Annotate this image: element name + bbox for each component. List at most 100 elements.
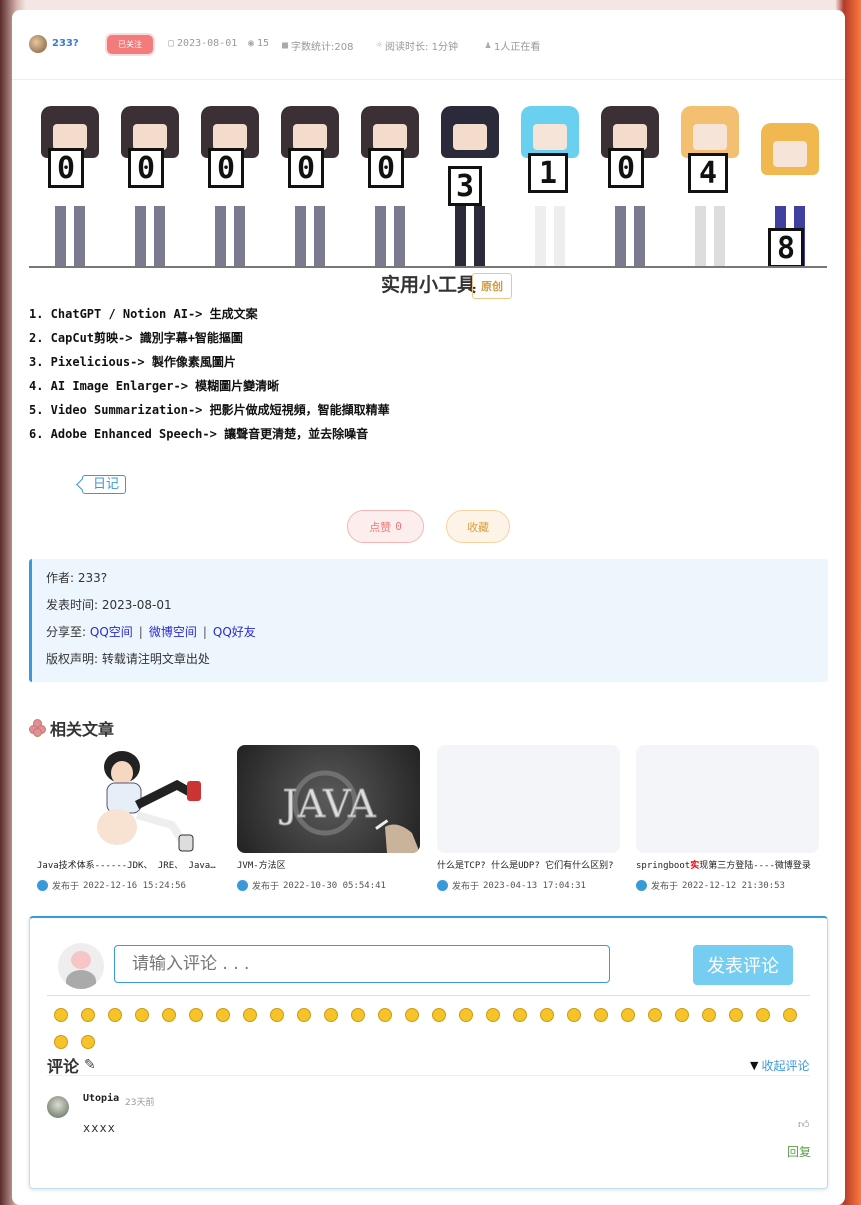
commenter-avatar[interactable] [47, 1096, 69, 1118]
list-item: 5. Video Summarization-> 把影片做成短視頻，智能擷取精華 [29, 403, 390, 417]
pixel-girl-head [441, 106, 499, 158]
emoji-face-icon [377, 1007, 392, 1022]
share-qq-friend-link[interactable]: QQ好友 [213, 625, 256, 639]
emoji-option-icon[interactable] [371, 1001, 398, 1028]
share-weibo-link[interactable]: 微博空间 [149, 625, 197, 639]
emoji-picker [47, 1001, 807, 1055]
counter-digit: 0 [128, 148, 164, 188]
date-prefix: 发布于 [252, 882, 280, 892]
related-title[interactable]: springboot实现第三方登陆----微博登录 [636, 858, 819, 871]
emoji-option-icon[interactable] [776, 1001, 803, 1028]
emoji-option-icon[interactable] [398, 1001, 425, 1028]
pixel-girl-legs [375, 206, 405, 266]
emoji-option-icon[interactable] [560, 1001, 587, 1028]
date-value: 2022-10-30 05:54:41 [283, 880, 386, 891]
emoji-option-icon[interactable] [182, 1001, 209, 1028]
list-item: 4. AI Image Enlarger-> 模糊圖片變清晰 [29, 379, 280, 393]
like-button[interactable]: 点赞 0 [347, 510, 424, 543]
related-card[interactable]: Java技术体系------JDK、 JRE、 JavaSE 发布于 2022-… [37, 745, 220, 892]
emoji-option-icon[interactable] [263, 1001, 290, 1028]
related-title[interactable]: JVM-方法区 [237, 858, 420, 871]
related-date: 发布于 2022-12-12 21:30:53 [636, 879, 819, 892]
list-item: 1. ChatGPT / Notion AI-> 生成文案 [29, 307, 258, 321]
emoji-option-icon[interactable] [101, 1001, 128, 1028]
emoji-face-icon [728, 1007, 743, 1022]
emoji-option-icon[interactable] [533, 1001, 560, 1028]
like-label: 点赞 [369, 520, 392, 534]
emoji-option-icon[interactable] [641, 1001, 668, 1028]
emoji-option-icon[interactable] [695, 1001, 722, 1028]
emoji-face-icon [242, 1007, 257, 1022]
emoji-option-icon[interactable] [290, 1001, 317, 1028]
emoji-option-icon[interactable] [722, 1001, 749, 1028]
related-heading-text: 相关文章 [50, 720, 115, 739]
related-thumbnail[interactable] [636, 745, 819, 853]
related-title[interactable]: 什么是TCP? 什么是UDP? 它们有什么区别? [437, 858, 620, 871]
related-thumbnail[interactable]: JAVA [237, 745, 420, 853]
reply-link[interactable]: 回复 [787, 1143, 811, 1160]
date-prefix: 发布于 [651, 882, 679, 892]
pixel-girl-legs [455, 206, 485, 266]
emoji-face-icon [188, 1007, 203, 1022]
emoji-face-icon [323, 1007, 338, 1022]
pixel-girl-head [681, 106, 739, 158]
related-card[interactable]: JAVA JVM-方法区 发布于 2022-10-30 05:54:41 [237, 745, 420, 892]
emoji-face-icon [647, 1007, 662, 1022]
visitor-counter-image: 0000031048 [29, 98, 827, 268]
emoji-option-icon[interactable] [506, 1001, 533, 1028]
pixel-girl-legs [55, 206, 85, 266]
related-thumbnail[interactable] [37, 745, 220, 853]
date-meta: ▢ 2023-08-01 [168, 38, 237, 49]
emoji-option-icon[interactable] [128, 1001, 155, 1028]
emoji-option-icon[interactable] [614, 1001, 641, 1028]
emoji-option-icon[interactable] [479, 1001, 506, 1028]
thumbs-up-icon[interactable]: 👍︎ [798, 1118, 810, 1131]
related-card[interactable]: 什么是TCP? 什么是UDP? 它们有什么区别? 发布于 2023-04-13 … [437, 745, 620, 892]
emoji-option-icon[interactable] [587, 1001, 614, 1028]
commenter-name[interactable]: Utopia [83, 1093, 119, 1104]
share-qq-zone-link[interactable]: QQ空间 [90, 625, 133, 639]
title-highlight: 实 [690, 861, 700, 871]
emoji-option-icon[interactable] [749, 1001, 776, 1028]
emoji-option-icon[interactable] [47, 1001, 74, 1028]
separator: | [138, 625, 143, 639]
comment-input[interactable] [114, 945, 610, 983]
emoji-option-icon[interactable] [668, 1001, 695, 1028]
views-text: 15 [257, 38, 270, 49]
emoji-option-icon[interactable] [74, 1001, 101, 1028]
emoji-face-icon [539, 1007, 554, 1022]
java-thumb-text: JAVA [278, 782, 376, 826]
counter-digit: 4 [688, 153, 728, 193]
follow-button[interactable]: 已关注 [105, 33, 155, 56]
emoji-option-icon[interactable] [74, 1028, 101, 1055]
title-part: springboot [636, 861, 691, 871]
counter-digit: 0 [288, 148, 324, 188]
tag-diary[interactable]: 日记 [82, 475, 127, 494]
meta-bar: 233? 已关注 ▢ 2023-08-01 ◉ 15 ■ 字数统计:208 ☼ … [12, 10, 845, 80]
java-chalkboard-image: JAVA [278, 770, 420, 853]
emoji-option-icon[interactable] [317, 1001, 344, 1028]
favorite-button[interactable]: 收藏 [446, 510, 510, 543]
related-title[interactable]: Java技术体系------JDK、 JRE、 JavaSE [37, 858, 220, 871]
readtime-meta: ☼ 阅读时长: 1分钟 [376, 38, 458, 53]
date-value: 2022-12-12 21:30:53 [682, 880, 785, 891]
author-avatar[interactable] [29, 35, 47, 53]
emoji-option-icon[interactable] [425, 1001, 452, 1028]
info-copyright: 版权声明: 转载请注明文章出处 [46, 652, 210, 666]
related-date: 发布于 2023-04-13 17:04:31 [437, 879, 620, 892]
collapse-comments-link[interactable]: ▼ 收起评论 [750, 1057, 809, 1074]
emoji-option-icon[interactable] [236, 1001, 263, 1028]
related-card[interactable]: springboot实现第三方登陆----微博登录 发布于 2022-12-12… [636, 745, 819, 892]
related-thumbnail[interactable] [437, 745, 620, 853]
emoji-option-icon[interactable] [155, 1001, 182, 1028]
submit-comment-button[interactable]: 发表评论 [693, 945, 793, 985]
author-name[interactable]: 233? [52, 38, 79, 49]
comment-text: xxxx [83, 1121, 116, 1135]
related-date: 发布于 2022-10-30 05:54:41 [237, 879, 420, 892]
emoji-option-icon[interactable] [452, 1001, 479, 1028]
emoji-option-icon[interactable] [47, 1028, 74, 1055]
emoji-face-icon [80, 1007, 95, 1022]
emoji-option-icon[interactable] [209, 1001, 236, 1028]
emoji-option-icon[interactable] [344, 1001, 371, 1028]
list-item: 3. Pixelicious-> 製作像素風圖片 [29, 355, 236, 369]
